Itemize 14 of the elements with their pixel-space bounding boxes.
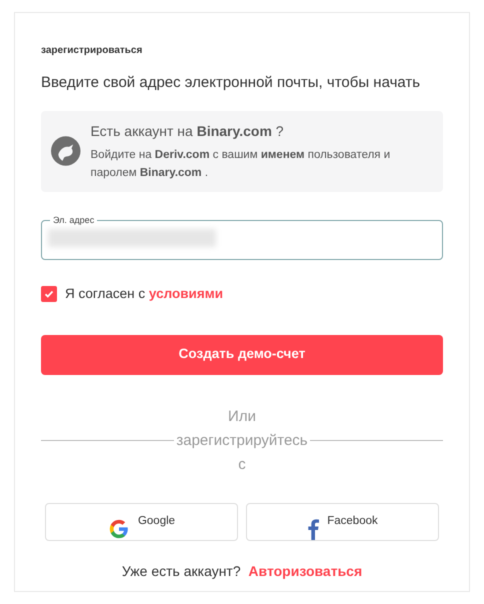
- signup-title: зарегистрироваться: [41, 44, 144, 58]
- login-prompt: Уже есть аккаунт? Авторизоваться: [122, 562, 362, 579]
- divider-text: Или зарегистрируйтесь с: [175, 406, 309, 475]
- heading: Введите свой адрес электронной почты, чтобы начать: [41, 73, 422, 93]
- google-icon: [108, 518, 130, 540]
- notice-text: Войдите на Deriv.com с вашим именем пользователя и паролем Binary.com .: [90, 148, 392, 181]
- facebook-signup-button[interactable]: Facebook: [246, 502, 439, 541]
- checkmark-icon: [44, 289, 54, 300]
- notice-title: Есть аккаунт на Binary.com ?: [90, 122, 285, 141]
- facebook-icon: [307, 518, 320, 540]
- terms-checkbox[interactable]: [41, 286, 57, 302]
- terms-text: Я согласен с условиями: [65, 285, 223, 304]
- field-label: Эл. адрес: [50, 214, 98, 226]
- google-signup-button[interactable]: Google: [45, 502, 238, 541]
